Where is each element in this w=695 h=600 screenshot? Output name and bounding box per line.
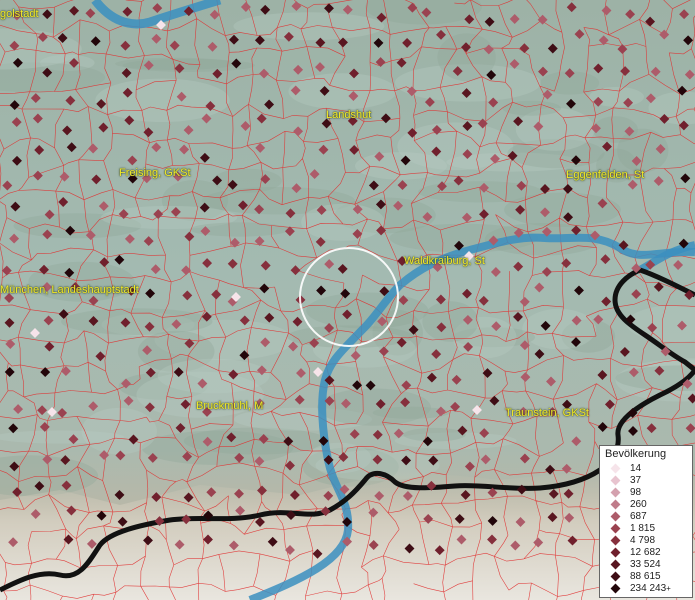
population-legend: Bevölkerung 14 37 98 260 687 1 815 4 798 12 682… [599, 445, 693, 598]
legend-value: 260 [630, 499, 647, 510]
legend-open-end: + [666, 584, 671, 593]
city-label: Eggenfelden, St [566, 169, 645, 181]
legend-swatch [610, 523, 621, 534]
legend-swatch [610, 475, 621, 486]
legend-value: 1 815 [630, 523, 656, 534]
city-label: Bruckmühl, M [196, 400, 264, 412]
legend-value: 234 243+ [630, 583, 671, 594]
city-label: Waldkraiburg, St [404, 255, 485, 267]
legend-value: 37 [630, 475, 642, 486]
city-label: München, Landeshauptstadt [0, 284, 139, 296]
legend-swatch [610, 487, 621, 498]
legend-value: 12 682 [630, 547, 661, 558]
legend-value: 687 [630, 511, 647, 522]
legend-swatch [610, 499, 621, 510]
legend-swatch [610, 463, 621, 474]
legend-value: 4 798 [630, 535, 656, 546]
legend-swatch [610, 511, 621, 522]
legend-value: 33 524 [630, 559, 661, 570]
legend-value: 98 [630, 487, 642, 498]
map-view[interactable]: golstadt Landshut Freising, GKSt Eggenfe… [0, 0, 695, 600]
city-label: Traunstein, GKSt [505, 407, 589, 419]
legend-swatch [610, 535, 621, 546]
legend-value: 88 615 [630, 571, 661, 582]
city-label: Landshut [326, 109, 372, 121]
map-canvas[interactable] [0, 0, 695, 600]
legend-swatch [610, 559, 621, 570]
city-label: Freising, GKSt [119, 167, 191, 179]
legend-swatch [610, 547, 621, 558]
city-label: golstadt [0, 8, 39, 20]
legend-title: Bevölkerung [605, 448, 667, 460]
legend-value: 14 [630, 463, 642, 474]
legend-swatch [610, 583, 621, 594]
legend-swatch [610, 571, 621, 582]
